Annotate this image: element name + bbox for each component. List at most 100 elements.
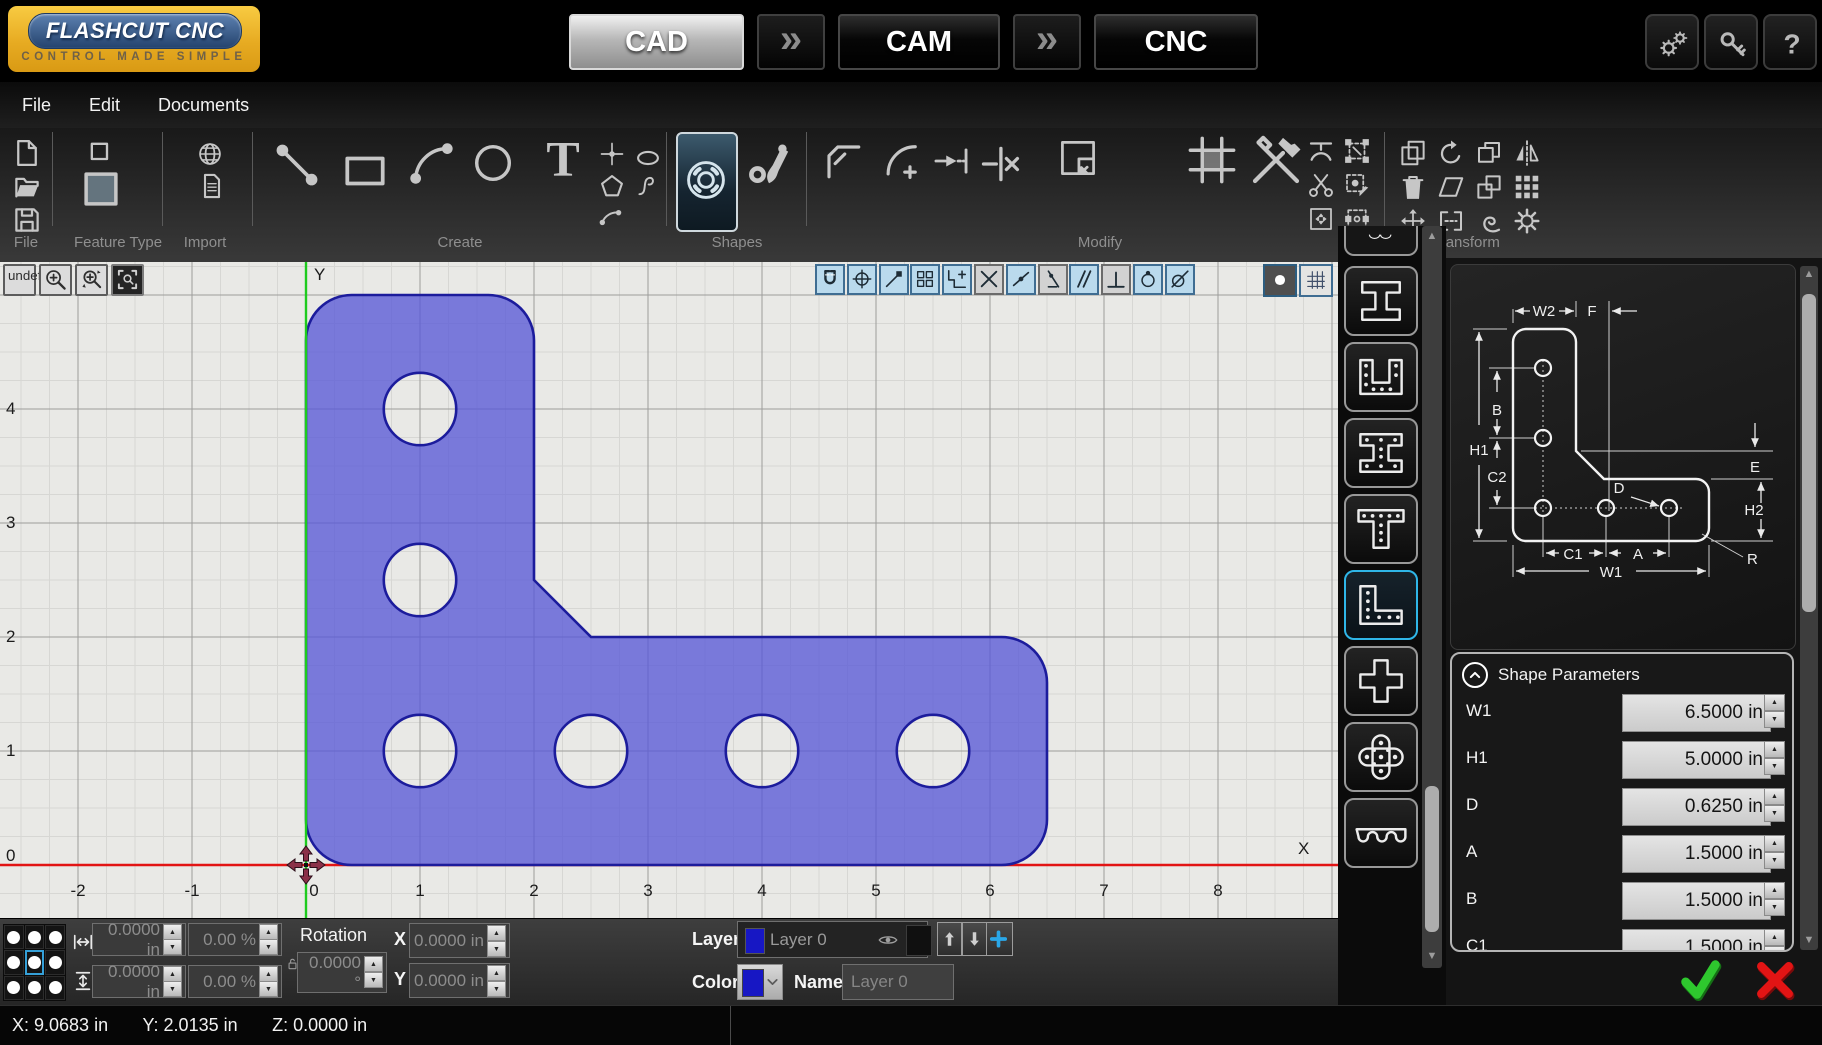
spin-down[interactable]: [364, 972, 383, 988]
anchor-cell[interactable]: [4, 976, 24, 1000]
parallel-snap-button[interactable]: [1069, 264, 1099, 295]
ellipse-tool-tool-button[interactable]: [634, 144, 662, 172]
dxf-tool-button[interactable]: [198, 172, 226, 200]
license-button[interactable]: [1704, 14, 1758, 70]
spin-down[interactable]: [1764, 758, 1785, 775]
param-spinner[interactable]: [1764, 929, 1785, 952]
spin-up[interactable]: [163, 966, 182, 982]
spin-up[interactable]: [1764, 929, 1785, 946]
param-input-d[interactable]: 0.6250 in: [1622, 788, 1771, 826]
grid-toggle-button[interactable]: [1299, 264, 1333, 297]
frame-arrows-tool-button[interactable]: [1306, 204, 1336, 234]
lead-in-tool-button[interactable]: [932, 142, 970, 180]
layer-visibility-icon[interactable]: [876, 929, 900, 951]
layer-name-input[interactable]: Layer 0: [842, 964, 954, 1000]
zoom-in-tool-button[interactable]: [39, 264, 72, 296]
apply-button[interactable]: [1674, 956, 1726, 1002]
param-spinner[interactable]: [1764, 835, 1785, 871]
template-plus-shape-button[interactable]: .dots{fill:currentColor;stroke:none;}: [1344, 646, 1418, 716]
zoom-window-tool-button[interactable]: [111, 264, 144, 296]
param-input-b[interactable]: 1.5000 in: [1622, 882, 1771, 920]
sweep-spiral-tool-button[interactable]: [1474, 206, 1504, 236]
image-corner-tool-button[interactable]: [1056, 136, 1100, 180]
layer-move-down-button[interactable]: [962, 922, 987, 956]
param-input-a[interactable]: 1.5000 in: [1622, 835, 1771, 873]
cad-mode-button[interactable]: CAD: [569, 14, 744, 70]
cam-mode-button[interactable]: CAM: [838, 14, 1000, 70]
corner-trim-tool-button[interactable]: [822, 140, 864, 182]
spline-tool-button[interactable]: [634, 172, 660, 198]
magnet-button[interactable]: [815, 264, 845, 295]
spin-down[interactable]: [259, 939, 278, 955]
anchor-cell[interactable]: [4, 950, 24, 974]
layer-selector[interactable]: Layer 0: [737, 921, 928, 958]
intersection-snap-button[interactable]: [974, 264, 1004, 295]
layer-secondary-swatch[interactable]: [906, 925, 932, 956]
anchor-cell[interactable]: [25, 925, 45, 949]
spin-up[interactable]: [1764, 694, 1785, 711]
node-edit-tool-button[interactable]: [1342, 170, 1372, 200]
spin-down[interactable]: [487, 941, 506, 957]
spin-down[interactable]: [163, 981, 182, 997]
template-profile-partial[interactable]: .dots{fill:currentColor;stroke:none;}: [1344, 226, 1418, 260]
shapes-tool-button-selected[interactable]: [676, 132, 738, 232]
point-tool-button[interactable]: [598, 140, 626, 168]
template-l-bracket-holes-button[interactable]: .dots{fill:currentColor;stroke:none;}: [1344, 570, 1418, 640]
param-spinner[interactable]: [1764, 788, 1785, 824]
sq-filled-tool-button[interactable]: [80, 168, 122, 210]
spin-up[interactable]: [1764, 835, 1785, 852]
circle-tool-button[interactable]: [470, 140, 516, 186]
spin-down[interactable]: [1764, 852, 1785, 869]
trash-tool-button[interactable]: [1398, 172, 1428, 202]
template-cross-holes-button[interactable]: .dots{fill:currentColor;stroke:none;}: [1344, 722, 1418, 792]
cnc-mode-button[interactable]: CNC: [1094, 14, 1258, 70]
param-input-w1[interactable]: 6.5000 in: [1622, 694, 1771, 732]
y-position-input[interactable]: 0.0000 in: [409, 963, 510, 998]
panel-scrollbar-thumb[interactable]: [1802, 294, 1816, 612]
open-folder-tool-button[interactable]: [12, 172, 42, 202]
panel-scrollbar[interactable]: ▲ ▼: [1800, 266, 1818, 950]
spin-up[interactable]: [364, 956, 383, 972]
menu-file[interactable]: File: [22, 95, 51, 116]
param-spinner[interactable]: [1764, 694, 1785, 730]
spin-down[interactable]: [1764, 946, 1785, 952]
anchor-cell-selected[interactable]: [25, 950, 45, 974]
menu-documents[interactable]: Documents: [158, 95, 249, 116]
pan-tool-button[interactable]: undefined: [3, 264, 36, 296]
select-nodes-tool-button[interactable]: [1342, 136, 1372, 166]
spin-up[interactable]: [487, 925, 506, 941]
grid-snap-button[interactable]: [910, 264, 940, 295]
height-input[interactable]: 0.0000 in: [92, 965, 186, 998]
scroll-up-icon[interactable]: ▲: [1422, 230, 1442, 242]
line-tool-button[interactable]: [272, 140, 322, 190]
width-input[interactable]: 0.0000 in: [92, 923, 186, 956]
template-t-bracket-holes-button[interactable]: .dots{fill:currentColor;stroke:none;}: [1344, 494, 1418, 564]
collapse-panel-button[interactable]: [1462, 662, 1488, 688]
globe-tool-button[interactable]: [196, 140, 224, 168]
spin-up[interactable]: [1764, 741, 1785, 758]
scroll-up-icon[interactable]: ▲: [1800, 268, 1818, 280]
param-input-h1[interactable]: 5.0000 in: [1622, 741, 1771, 779]
template-scrollbar[interactable]: ▲▼: [1422, 226, 1442, 968]
template-i-beam-button[interactable]: .dots{fill:currentColor;stroke:none;}: [1344, 266, 1418, 336]
scissors-node-tool-button[interactable]: [1306, 170, 1336, 200]
spin-down[interactable]: [1764, 711, 1785, 728]
quadrant-snap-button[interactable]: [1133, 264, 1163, 295]
point-display-button[interactable]: [1263, 264, 1297, 297]
cancel-button[interactable]: [1750, 958, 1800, 1002]
anchor-cell[interactable]: [4, 925, 24, 949]
midpoint-snap-button[interactable]: [1006, 264, 1036, 295]
crop-frame-tool-button[interactable]: [1186, 134, 1238, 186]
spin-up[interactable]: [163, 924, 182, 940]
layer-move-up-button[interactable]: [937, 922, 962, 956]
polygon-tool-button[interactable]: [598, 172, 626, 200]
template-button-clipped[interactable]: .dots{fill:currentColor;stroke:none;}: [1344, 226, 1418, 256]
sq-outline-tool-button[interactable]: [86, 138, 114, 166]
template-corrugated-button[interactable]: .dots{fill:currentColor;stroke:none;}: [1344, 798, 1418, 868]
skew-tool-button[interactable]: [1436, 172, 1466, 202]
arc-tool-button[interactable]: [408, 140, 454, 186]
arc-small-tool-button[interactable]: [598, 204, 624, 230]
param-spinner[interactable]: [1764, 882, 1785, 918]
torch-tool-button[interactable]: [746, 142, 792, 188]
angle-snap-button[interactable]: [1038, 264, 1068, 295]
